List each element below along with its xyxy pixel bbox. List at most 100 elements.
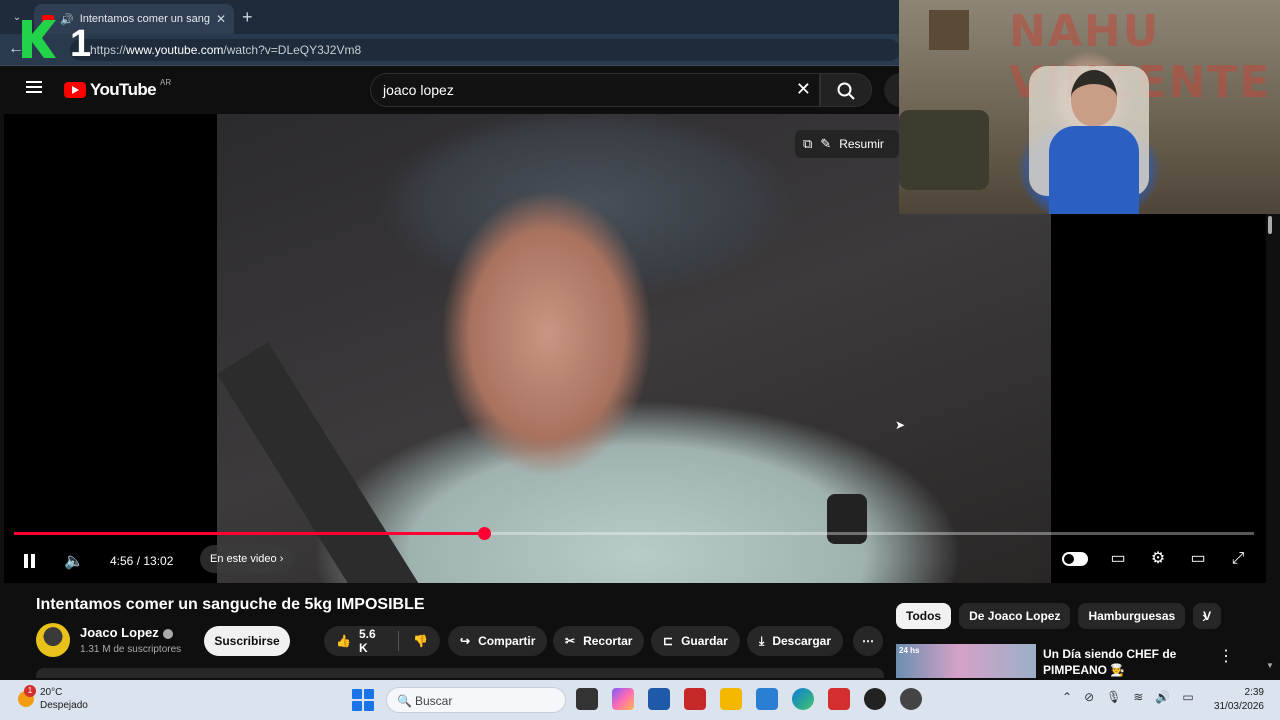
weather-sun-icon: 1	[18, 685, 36, 707]
lapel-mic	[827, 494, 867, 544]
battery-icon[interactable]: ▭	[1182, 690, 1193, 704]
progress-fill	[14, 532, 484, 535]
recommended-thumbnail[interactable]: 24 hs	[896, 644, 1036, 678]
dislike-icon[interactable]: 👎	[413, 634, 428, 648]
outlook-icon[interactable]	[756, 688, 778, 710]
page-scrollbar[interactable]: ▼	[1266, 214, 1274, 670]
search-button[interactable]	[820, 73, 872, 107]
recommended-title[interactable]: Un Día siendo CHEF de PIMPEANO 🧑‍🍳	[1043, 646, 1203, 678]
settings-gear-icon[interactable]: ⚙	[1148, 549, 1168, 569]
streamer-shirt	[1049, 126, 1139, 214]
media-player-icon[interactable]	[864, 688, 886, 710]
player-right-controls: ▭ ⚙ ▭ ⤢	[1062, 549, 1248, 569]
taskbar: 1 20°C Despejado 🔍 Buscar ⌃ ⊘ 🎙 ≋ 🔊 ▭ 2:39…	[0, 680, 1280, 720]
channel-name[interactable]: Joaco Lopez	[80, 625, 173, 640]
start-button[interactable]	[352, 689, 374, 711]
fullscreen-icon[interactable]: ⤢	[1228, 549, 1248, 569]
url-prefix: https://	[90, 43, 127, 57]
save-button[interactable]: ⊏ Guardar	[651, 626, 740, 656]
scissors-icon: ✂	[565, 634, 576, 648]
more-dots-icon: ⋯	[862, 634, 874, 648]
obs-icon[interactable]	[900, 688, 922, 710]
search-icon	[837, 82, 855, 100]
clock-time: 2:39	[1244, 687, 1264, 698]
download-button[interactable]: ⤓ Descargar	[747, 626, 844, 656]
verified-badge-icon	[162, 628, 173, 639]
like-count[interactable]: 5.6 K	[359, 627, 384, 655]
taskbar-search-placeholder: Buscar	[415, 694, 453, 708]
search-query: joaco lopez	[383, 82, 454, 98]
clock-date: 31/03/2026	[1213, 701, 1264, 712]
chip-hamburgers[interactable]: Hamburguesas	[1078, 603, 1186, 629]
wifi-icon[interactable]: ≋	[1133, 690, 1143, 704]
channel-avatar[interactable]	[36, 623, 70, 657]
subtitles-icon[interactable]: ▭	[1108, 549, 1128, 569]
save-label: Guardar	[681, 634, 728, 648]
chips-next-chevron-icon[interactable]: ›	[1202, 609, 1207, 627]
progress-scrubber[interactable]	[477, 527, 491, 540]
store-icon[interactable]	[648, 688, 670, 710]
hamburger-menu-icon[interactable]	[26, 81, 42, 93]
tray-chevron-icon[interactable]: ⌃	[1062, 690, 1072, 704]
new-tab-button[interactable]: +	[242, 7, 253, 28]
subscribe-button[interactable]: Suscribirse	[204, 626, 290, 656]
taskbar-search-icon: 🔍	[397, 694, 412, 708]
file-explorer-icon[interactable]	[720, 688, 742, 710]
like-icon[interactable]: 👍	[336, 634, 351, 648]
volume-tray-icon[interactable]: 🔊	[1155, 690, 1170, 704]
weather-badge: 1	[24, 685, 36, 697]
recommended-more-icon[interactable]: ⋮	[1218, 646, 1234, 666]
k1-logo-number: 1	[70, 23, 91, 60]
summarize-button[interactable]: ⧉ ✎ Resumir	[795, 130, 899, 158]
summarize-label: Resumir	[839, 137, 884, 151]
k1-logo: 1	[20, 18, 92, 65]
temperature: 20°C	[40, 687, 63, 698]
youtube-logo[interactable]: YouTube AR	[64, 77, 172, 100]
taskbar-search[interactable]: 🔍 Buscar	[386, 687, 566, 713]
chip-all[interactable]: Todos	[896, 603, 952, 629]
download-icon: ⤓	[759, 633, 765, 648]
theater-mode-icon[interactable]: ▭	[1188, 549, 1208, 569]
app-l-icon[interactable]	[828, 688, 850, 710]
url-host: www.youtube.com	[126, 43, 224, 57]
url-field[interactable]: https://www.youtube.com/watch?v=DLeQY3J2…	[70, 39, 900, 61]
weather-widget[interactable]: 1 20°C Despejado	[18, 685, 88, 712]
thumbnail-badge: 24 hs	[899, 646, 920, 655]
task-view-icon[interactable]	[576, 688, 598, 710]
subscriber-count: 1.31 M de suscriptores	[80, 644, 182, 655]
clock[interactable]: 2:39 31/03/2026	[1206, 686, 1264, 714]
pause-button[interactable]	[24, 549, 38, 573]
chapter-label: En este video	[210, 553, 277, 565]
network-off-icon[interactable]: ⊘	[1084, 690, 1094, 704]
mcafee-icon[interactable]	[684, 688, 706, 710]
copilot-icon[interactable]	[612, 688, 634, 710]
scroll-down-arrow-icon[interactable]: ▼	[1266, 661, 1274, 670]
chapter-button[interactable]: En este video ›	[200, 545, 294, 573]
webcam-overlay: NAHU VINCENTE	[899, 0, 1280, 214]
download-label: Descargar	[772, 634, 832, 648]
summarize-icon: ✎	[820, 136, 832, 151]
autoplay-toggle[interactable]	[1062, 552, 1088, 566]
clear-search-icon[interactable]: ✕	[796, 79, 811, 100]
clip-button[interactable]: ✂ Recortar	[553, 626, 645, 656]
miniplayer-icon[interactable]: ⧉	[803, 136, 812, 152]
volume-icon[interactable]: 🔈	[64, 549, 84, 573]
progress-bar[interactable]	[14, 527, 1254, 540]
search-input[interactable]: joaco lopez ✕	[370, 73, 820, 107]
like-divider	[398, 631, 400, 651]
microphone-icon[interactable]: 🎙	[1106, 690, 1121, 704]
share-button[interactable]: ↪ Compartir	[448, 626, 548, 656]
time-display: 4:56 / 13:02	[110, 554, 174, 568]
description-box[interactable]	[36, 668, 884, 678]
like-dislike-group: 👍 5.6 K 👎	[324, 626, 440, 656]
url-path: /watch?v=DLeQY3J2Vm8	[223, 43, 362, 57]
system-tray: ⌃ ⊘ 🎙 ≋ 🔊 ▭	[1062, 690, 1194, 704]
country-code: AR	[160, 77, 172, 87]
tab-close-button[interactable]: ✕	[216, 12, 226, 26]
streamer-head	[1071, 70, 1117, 126]
scrollbar-thumb[interactable]	[1268, 216, 1272, 234]
clip-label: Recortar	[583, 634, 633, 648]
more-actions-button[interactable]: ⋯	[853, 626, 883, 656]
edge-icon[interactable]	[792, 688, 814, 710]
chip-channel[interactable]: De Joaco Lopez	[959, 603, 1071, 629]
